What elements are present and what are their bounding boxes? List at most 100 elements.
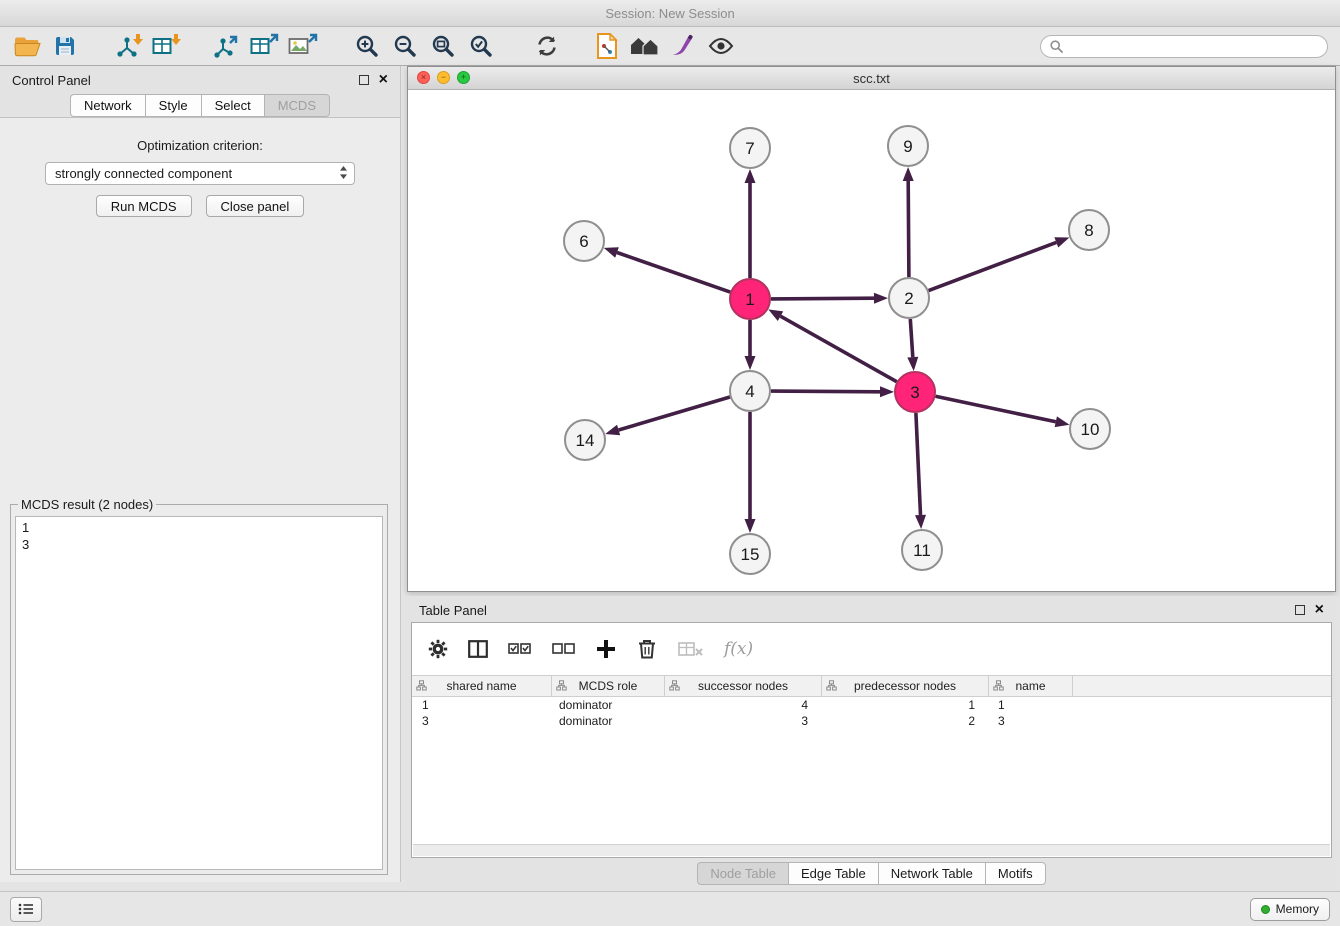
svg-text:2: 2	[904, 289, 913, 308]
apply-style-button[interactable]	[664, 30, 702, 62]
graph-edge-3-11[interactable]	[916, 413, 921, 515]
network-window-titlebar[interactable]: × − + scc.txt	[408, 67, 1335, 90]
cell-predecessor-nodes[interactable]: 2	[822, 714, 989, 728]
mcds-result-line: 3	[22, 536, 376, 553]
close-table-panel-icon[interactable]: ×	[1315, 605, 1324, 615]
mcds-result-list[interactable]: 1 3	[15, 516, 383, 870]
graph-node-15[interactable]: 15	[730, 534, 770, 574]
open-session-button[interactable]	[8, 30, 46, 62]
cell-mcds-role[interactable]: dominator	[552, 714, 665, 728]
tab-network[interactable]: Network	[70, 94, 145, 117]
graph-edge-4-14[interactable]	[619, 397, 730, 430]
cell-mcds-role[interactable]: dominator	[552, 698, 665, 712]
float-panel-icon[interactable]	[359, 75, 369, 85]
select-all-rows-button[interactable]	[508, 634, 532, 664]
tab-network-table[interactable]: Network Table	[878, 862, 985, 885]
column-header-successor-nodes[interactable]: successor nodes	[665, 676, 822, 696]
memory-button[interactable]: Memory	[1250, 898, 1330, 921]
table-settings-button[interactable]	[428, 634, 448, 664]
svg-text:3: 3	[910, 383, 919, 402]
zoom-out-button[interactable]	[386, 30, 424, 62]
apply-layout-button[interactable]	[528, 30, 566, 62]
optimization-criterion-select[interactable]: strongly connected component	[45, 162, 355, 185]
graph-edge-1-6[interactable]	[617, 253, 730, 293]
horizontal-scrollbar[interactable]	[413, 844, 1330, 856]
table-row[interactable]: 3 dominator 3 2 3	[412, 713, 1331, 729]
graph-node-10[interactable]: 10	[1070, 409, 1110, 449]
graph-node-14[interactable]: 14	[565, 420, 605, 460]
graph-node-6[interactable]: 6	[564, 221, 604, 261]
graph-edge-4-3[interactable]	[771, 391, 880, 392]
maximize-window-button[interactable]: +	[457, 71, 470, 84]
graph-node-4[interactable]: 4	[730, 371, 770, 411]
column-header-name[interactable]: name	[989, 676, 1073, 696]
toolbar-search[interactable]	[1040, 35, 1328, 58]
create-column-button[interactable]	[596, 634, 616, 664]
delete-column-button[interactable]	[636, 634, 658, 664]
save-session-button[interactable]	[46, 30, 84, 62]
cell-successor-nodes[interactable]: 4	[665, 698, 822, 712]
graph-edge-2-9[interactable]	[908, 181, 909, 277]
graph-edge-3-10[interactable]	[936, 396, 1056, 422]
import-table-button[interactable]	[148, 30, 186, 62]
network-graph[interactable]: 7 9 6 8 1 2 4 3 14 10 15 11	[408, 90, 1335, 593]
graph-node-11[interactable]: 11	[902, 530, 942, 570]
graph-node-2[interactable]: 2	[889, 278, 929, 318]
column-header-shared-name[interactable]: shared name	[412, 676, 552, 696]
panel-toggle-button[interactable]	[10, 897, 42, 922]
close-panel-button[interactable]: Close panel	[206, 195, 305, 217]
cell-shared-name[interactable]: 1	[412, 698, 552, 712]
refresh-arrows-icon	[535, 34, 559, 58]
column-sort-icon	[669, 680, 680, 694]
graph-node-9[interactable]: 9	[888, 126, 928, 166]
export-network-button[interactable]	[208, 30, 246, 62]
trash-icon	[636, 638, 658, 660]
search-input[interactable]	[1069, 38, 1318, 55]
float-table-panel-icon[interactable]	[1295, 605, 1305, 615]
new-network-from-selection-button[interactable]	[588, 30, 626, 62]
close-panel-icon[interactable]: ×	[379, 75, 388, 85]
tab-motifs[interactable]: Motifs	[985, 862, 1046, 885]
graph-node-8[interactable]: 8	[1069, 210, 1109, 250]
column-sort-icon	[826, 680, 837, 694]
function-builder-button[interactable]: f(x)	[724, 634, 753, 664]
table-row[interactable]: 1 dominator 4 1 1	[412, 697, 1331, 713]
import-network-button[interactable]	[110, 30, 148, 62]
export-image-button[interactable]	[284, 30, 322, 62]
minimize-window-button[interactable]: −	[437, 71, 450, 84]
delete-table-button-disabled	[678, 634, 704, 664]
column-header-mcds-role[interactable]: MCDS role	[552, 676, 665, 696]
zoom-in-button[interactable]	[348, 30, 386, 62]
unchecked-boxes-icon	[552, 642, 576, 656]
graph-edge-2-8[interactable]	[929, 242, 1057, 290]
tab-edge-table[interactable]: Edge Table	[788, 862, 878, 885]
cell-shared-name[interactable]: 3	[412, 714, 552, 728]
tab-node-table[interactable]: Node Table	[697, 862, 788, 885]
tab-select[interactable]: Select	[201, 94, 264, 117]
cell-name[interactable]: 1	[989, 698, 1073, 712]
graph-edge-1-2[interactable]	[771, 298, 874, 299]
network-canvas[interactable]: 7 9 6 8 1 2 4 3 14 10 15 11	[408, 90, 1335, 593]
column-header-predecessor-nodes[interactable]: predecessor nodes	[822, 676, 989, 696]
show-columns-button[interactable]	[468, 634, 488, 664]
deselect-all-rows-button[interactable]	[552, 634, 576, 664]
graph-node-3[interactable]: 3	[895, 372, 935, 412]
tab-mcds[interactable]: MCDS	[264, 94, 330, 117]
show-graphics-details-button[interactable]	[702, 30, 740, 62]
tab-style[interactable]: Style	[145, 94, 201, 117]
close-window-button[interactable]: ×	[417, 71, 430, 84]
mcds-tab-panel: Optimization criterion: strongly connect…	[0, 117, 400, 882]
graph-node-7[interactable]: 7	[730, 128, 770, 168]
zoom-selected-icon	[469, 34, 493, 58]
first-neighbors-button[interactable]	[626, 30, 664, 62]
zoom-selected-button[interactable]	[462, 30, 500, 62]
cell-successor-nodes[interactable]: 3	[665, 714, 822, 728]
graph-node-1[interactable]: 1	[730, 279, 770, 319]
run-mcds-button[interactable]: Run MCDS	[96, 195, 192, 217]
fit-content-button[interactable]	[424, 30, 462, 62]
cell-predecessor-nodes[interactable]: 1	[822, 698, 989, 712]
graph-edge-3-1[interactable]	[781, 316, 897, 382]
cell-name[interactable]: 3	[989, 714, 1073, 728]
graph-edge-2-3[interactable]	[910, 319, 913, 357]
export-table-button[interactable]	[246, 30, 284, 62]
